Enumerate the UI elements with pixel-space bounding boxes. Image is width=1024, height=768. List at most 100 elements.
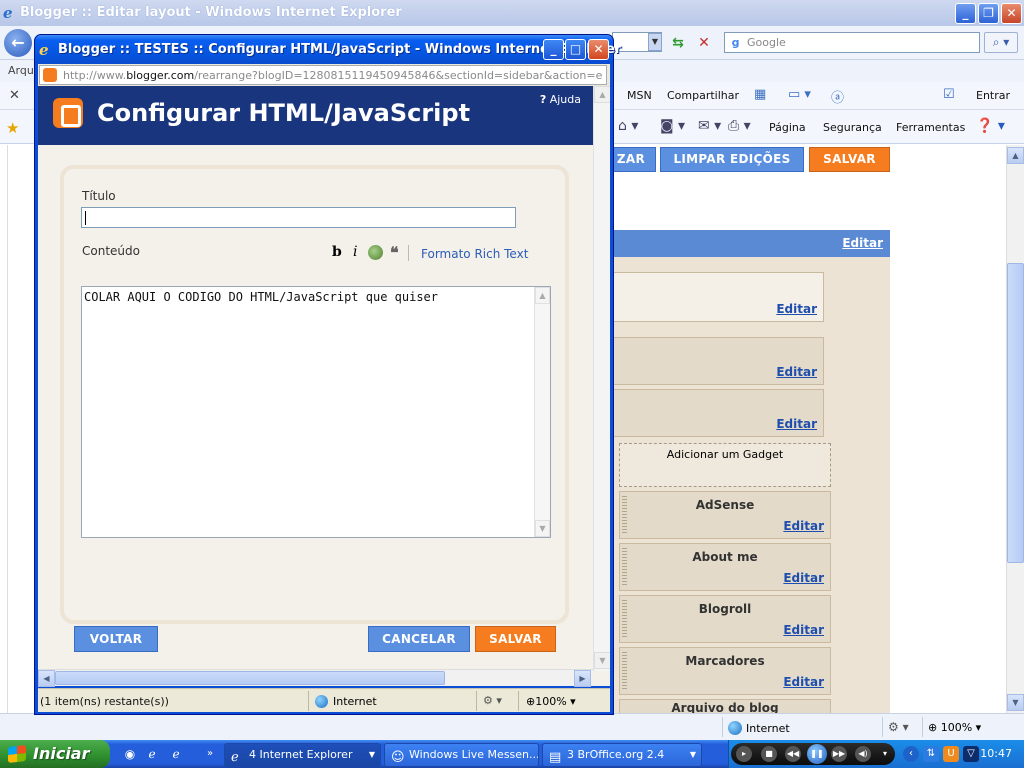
gadget-adsense[interactable]: AdSense Editar bbox=[619, 491, 831, 539]
blockquote-button[interactable]: ❝ bbox=[390, 243, 399, 262]
quicklaunch-more-icon[interactable]: » bbox=[202, 746, 218, 762]
feeds-icon[interactable]: ◙ ▾ bbox=[660, 118, 685, 134]
protected-mode-icon[interactable]: ⚙ ▾ bbox=[888, 720, 909, 734]
tray-network-icon[interactable]: ⇅ bbox=[923, 746, 939, 762]
refresh-icon[interactable]: ⇆ bbox=[668, 33, 688, 53]
popup-horizontal-scrollbar[interactable]: ◀ ▶ bbox=[38, 669, 593, 687]
stop-icon[interactable]: ✕ bbox=[694, 33, 714, 53]
help-icon[interactable]: ❓ ▾ bbox=[976, 118, 1005, 134]
gadget-marcadores[interactable]: Marcadores Editar bbox=[619, 647, 831, 695]
layout-header: Editar bbox=[612, 230, 890, 257]
restore-button[interactable]: ❐ bbox=[978, 3, 999, 24]
globe-icon bbox=[315, 695, 328, 708]
task-internet-explorer[interactable]: ℯ 4 Internet Explorer ▼ bbox=[224, 743, 381, 767]
previous-icon[interactable]: ◀◀ bbox=[785, 746, 801, 762]
search-input[interactable]: g Google bbox=[724, 32, 980, 53]
title-input[interactable] bbox=[81, 207, 516, 228]
menu-pagina[interactable]: Página bbox=[769, 121, 806, 134]
task-broffice[interactable]: ▤ 3 BrOffice.org 2.4 ▼ bbox=[542, 743, 702, 767]
search-button[interactable]: ⌕ ▾ bbox=[984, 32, 1018, 53]
windows-logo-icon bbox=[8, 745, 26, 763]
menu-ferramentas[interactable]: Ferramentas bbox=[896, 121, 965, 134]
link-entrar[interactable]: Entrar bbox=[976, 89, 1010, 102]
popup-title: Blogger :: TESTES :: Configurar HTML/Jav… bbox=[58, 42, 622, 57]
tray-app-icon[interactable]: ▽ bbox=[963, 746, 979, 762]
scroll-down-icon[interactable]: ▼ bbox=[1007, 694, 1024, 711]
scroll-down-icon[interactable]: ▼ bbox=[535, 520, 550, 537]
stop-icon[interactable]: ■ bbox=[761, 746, 777, 762]
scroll-up-icon[interactable]: ▲ bbox=[1007, 147, 1024, 164]
scroll-up-icon[interactable]: ▲ bbox=[535, 287, 550, 304]
background-status-bar: Internet ⚙ ▾ ⊕ 100% ▾ bbox=[0, 713, 1024, 740]
header-edit-link[interactable]: Editar bbox=[842, 236, 883, 250]
insert-image-icon[interactable] bbox=[368, 245, 383, 260]
minimize-button[interactable]: _ bbox=[955, 3, 976, 24]
scroll-right-icon[interactable]: ▶ bbox=[574, 670, 591, 687]
chart-icon[interactable]: ▦ bbox=[754, 87, 766, 102]
add-gadget-link[interactable]: Adicionar um Gadget bbox=[667, 448, 783, 461]
menu-seguranca[interactable]: Segurança bbox=[823, 121, 882, 134]
print-icon[interactable]: ⎙ ▾ bbox=[728, 118, 751, 134]
link-compartilhar[interactable]: Compartilhar bbox=[667, 89, 739, 102]
quicklaunch-media-icon[interactable]: ◉ bbox=[122, 746, 138, 762]
gadget-about-me[interactable]: About me Editar bbox=[619, 543, 831, 591]
save-button[interactable]: SALVAR bbox=[475, 626, 556, 652]
protected-mode-icon[interactable]: ⚙ ▾ bbox=[483, 694, 502, 707]
popup-close-button[interactable]: ✕ bbox=[588, 39, 609, 60]
gadget-top: Editar bbox=[612, 272, 824, 322]
tray-back-icon[interactable]: ‹ bbox=[903, 746, 919, 762]
task-messenger[interactable]: ☺ Windows Live Messen... bbox=[384, 743, 539, 767]
close-toolbar-icon[interactable]: ✕ bbox=[9, 88, 20, 103]
back-button[interactable]: VOLTAR bbox=[74, 626, 158, 652]
cancel-button[interactable]: CANCELAR bbox=[368, 626, 470, 652]
start-button[interactable]: Iniciar bbox=[0, 740, 110, 768]
help-link[interactable]: ? Ajuda bbox=[540, 93, 581, 106]
popup-maximize-button[interactable]: □ bbox=[565, 39, 586, 60]
zoom-control[interactable]: ⊕ 100% ▾ bbox=[928, 721, 981, 734]
scroll-up-icon[interactable]: ▲ bbox=[594, 86, 610, 103]
scroll-thumb[interactable] bbox=[1007, 263, 1024, 563]
next-icon[interactable]: ▶▶ bbox=[831, 746, 847, 762]
volume-icon[interactable]: ◀) bbox=[855, 746, 871, 762]
home-icon[interactable]: ⌂ ▾ bbox=[618, 118, 638, 134]
favorites-star-icon[interactable]: ★ bbox=[6, 119, 19, 137]
media-menu-icon[interactable]: ▸ bbox=[736, 746, 752, 762]
scroll-down-icon[interactable]: ▼ bbox=[594, 652, 610, 669]
broffice-icon: ▤ bbox=[549, 750, 562, 765]
layout-sidebar: Editar Editar Editar Editar Adicionar um… bbox=[612, 230, 890, 713]
bold-button[interactable]: b bbox=[332, 244, 342, 260]
italic-button[interactable]: i bbox=[353, 244, 357, 260]
content-textarea[interactable]: COLAR AQUI O CODIGO DO HTML/JavaScript q… bbox=[81, 286, 551, 538]
popup-minimize-button[interactable]: _ bbox=[543, 39, 564, 60]
gadget-blogroll[interactable]: Blogroll Editar bbox=[619, 595, 831, 643]
translate-icon[interactable]: ⓐ bbox=[831, 87, 844, 106]
tray-update-icon[interactable]: U bbox=[943, 746, 959, 762]
background-window-titlebar: e Blogger :: Editar layout - Windows Int… bbox=[0, 0, 1024, 26]
checkbox-icon[interactable]: ☑ bbox=[943, 87, 955, 102]
gadget-arquivo-do-blog[interactable]: Arquivo do blog bbox=[619, 699, 831, 713]
popup-url-field[interactable]: http://www.blogger.com/rearrange?blogID=… bbox=[39, 65, 607, 85]
window-icon[interactable]: ▭ ▾ bbox=[788, 87, 811, 102]
textarea-scrollbar[interactable]: ▲ ▼ bbox=[534, 287, 550, 537]
page-title: Configurar HTML/JavaScript bbox=[97, 99, 471, 127]
pause-icon[interactable]: ❚❚ bbox=[807, 744, 827, 764]
scroll-left-icon[interactable]: ◀ bbox=[38, 670, 55, 687]
mail-icon[interactable]: ✉ ▾ bbox=[698, 118, 721, 134]
blogger-logo-icon bbox=[53, 98, 83, 128]
horizontal-scroll-thumb[interactable] bbox=[55, 671, 445, 685]
rich-text-link[interactable]: Formato Rich Text bbox=[421, 247, 528, 261]
page-scrollbar[interactable]: ▲ ▼ bbox=[1006, 145, 1024, 713]
link-msn[interactable]: MSN bbox=[627, 89, 652, 102]
clear-edits-button[interactable]: LIMPAR EDIÇÕES bbox=[660, 147, 804, 172]
address-dropdown-icon[interactable]: ▼ bbox=[648, 33, 662, 51]
popup-scrollbar[interactable]: ▲ ▼ bbox=[593, 86, 610, 671]
save-layout-button[interactable]: SALVAR bbox=[809, 147, 890, 172]
quicklaunch-ie2-icon[interactable]: ℯ bbox=[168, 746, 184, 762]
chevron-down-icon[interactable]: ▾ bbox=[877, 746, 893, 762]
menu-item-arquivo[interactable]: Arqu bbox=[8, 64, 34, 77]
back-button[interactable]: ← bbox=[4, 29, 32, 57]
gadget-3: Editar bbox=[612, 389, 824, 437]
zoom-control[interactable]: ⊕100% ▾ bbox=[526, 695, 576, 708]
close-button[interactable]: ✕ bbox=[1001, 3, 1022, 24]
quicklaunch-ie-icon[interactable]: ℯ bbox=[144, 746, 160, 762]
